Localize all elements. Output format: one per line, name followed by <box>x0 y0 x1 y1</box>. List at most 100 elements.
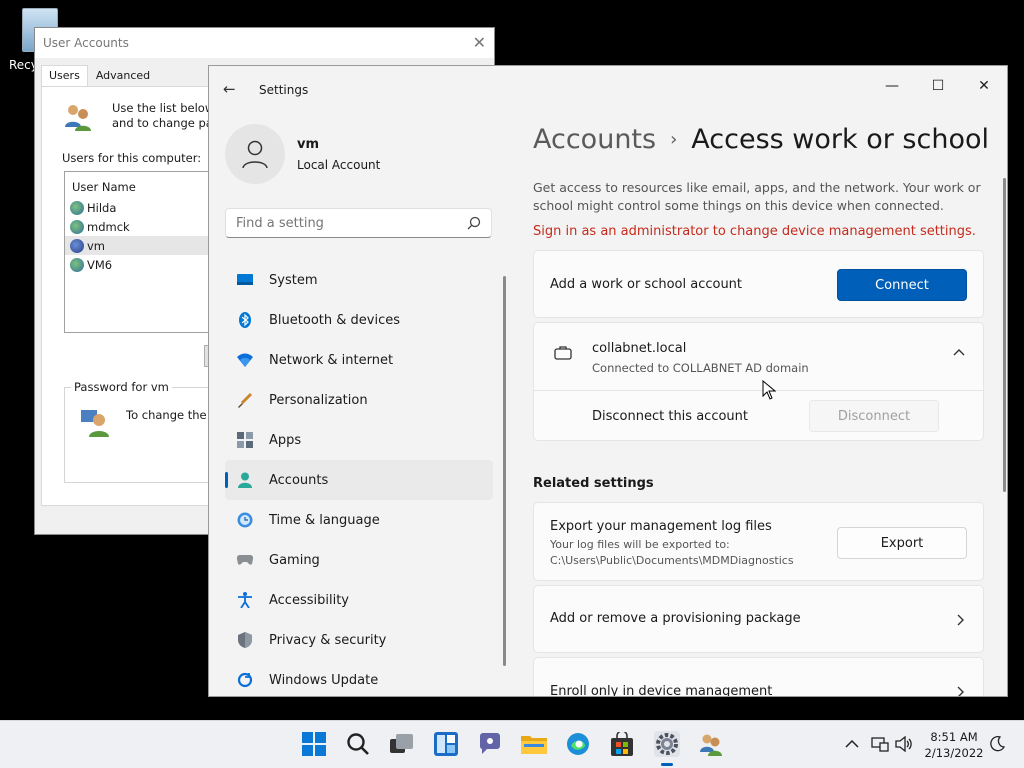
settings-nav: System Bluetooth & devices Network & int… <box>225 260 493 696</box>
accessibility-icon <box>237 592 253 608</box>
app-title: Settings <box>259 83 309 97</box>
user-name: vm <box>87 238 106 253</box>
user-accounts-title: User Accounts <box>43 36 129 50</box>
close-icon[interactable]: ✕ <box>473 33 486 52</box>
task-view-icon[interactable] <box>389 731 415 757</box>
profile[interactable]: vm Local Account <box>225 124 380 184</box>
nav-label: Gaming <box>269 552 320 568</box>
bluetooth-icon <box>237 312 253 328</box>
active-app-indicator <box>661 763 673 766</box>
breadcrumb-parent[interactable]: Accounts <box>533 124 656 155</box>
password-group: Password for vm To change the pa <box>64 380 226 483</box>
search-icon[interactable] <box>345 731 371 757</box>
disconnect-button[interactable]: Disconnect <box>809 400 939 432</box>
chevron-up-icon[interactable] <box>843 735 861 753</box>
tab-advanced[interactable]: Advanced <box>88 65 158 86</box>
nav-item-system[interactable]: System <box>225 260 493 300</box>
nav-item-gaming[interactable]: Gaming <box>225 540 493 580</box>
briefcase-icon <box>554 346 572 360</box>
settings-gear-icon[interactable] <box>654 731 680 757</box>
store-icon[interactable] <box>609 731 635 757</box>
list-item[interactable]: Hilda <box>65 198 223 217</box>
nav-item-time-language[interactable]: Time & language <box>225 500 493 540</box>
users-list[interactable]: User Name Hilda mdmck vm VM6 <box>64 171 224 333</box>
back-arrow-icon[interactable]: ← <box>223 80 236 98</box>
enroll-device-card[interactable]: Enroll only in device management <box>533 657 984 696</box>
clock-icon <box>237 512 253 528</box>
volume-icon[interactable] <box>895 735 913 753</box>
account-subtitle: Connected to COLLABNET AD domain <box>592 361 809 375</box>
admin-warning: Sign in as an administrator to change de… <box>533 224 976 239</box>
network-status-icon[interactable] <box>871 735 889 753</box>
nav-scrollbar[interactable] <box>503 276 506 666</box>
user-password-icon <box>81 410 109 437</box>
search-input[interactable] <box>226 209 456 237</box>
nav-label: Privacy & security <box>269 632 387 648</box>
nav-label: Time & language <box>269 512 380 528</box>
focus-moon-icon[interactable] <box>988 735 1006 753</box>
user-name: VM6 <box>87 257 113 272</box>
list-item[interactable]: VM6 <box>65 255 223 274</box>
person-icon <box>242 140 268 169</box>
gamepad-icon <box>237 552 253 568</box>
nav-item-accounts[interactable]: Accounts <box>225 460 493 500</box>
user-name: Hilda <box>87 200 117 215</box>
avatar <box>225 124 285 184</box>
file-explorer-icon[interactable] <box>521 731 547 757</box>
export-button[interactable]: Export <box>837 527 967 559</box>
clock-time: 8:51 AM <box>930 730 978 744</box>
provisioning-label: Add or remove a provisioning package <box>550 611 801 626</box>
apps-icon <box>237 432 253 448</box>
list-item[interactable]: mdmck <box>65 217 223 236</box>
search-icon[interactable] <box>467 216 481 230</box>
provisioning-package-card[interactable]: Add or remove a provisioning package <box>533 585 984 653</box>
nav-item-privacy-security[interactable]: Privacy & security <box>225 620 493 660</box>
settings-window: ← Settings — ☐ ✕ vm Local Account System <box>208 65 1008 697</box>
add-account-label: Add a work or school account <box>550 277 743 292</box>
user-icon <box>70 257 84 272</box>
nav-label: Bluetooth & devices <box>269 312 400 328</box>
chevron-up-icon[interactable] <box>953 347 965 359</box>
nav-item-apps[interactable]: Apps <box>225 420 493 460</box>
user-accounts-app-icon[interactable] <box>698 731 724 757</box>
breadcrumb: Accounts › Access work or school <box>533 124 989 155</box>
account-name: collabnet.local <box>592 341 687 356</box>
page-description: Get access to resources like email, apps… <box>533 180 981 213</box>
clock[interactable]: 8:51 AM 2/13/2022 <box>922 729 986 761</box>
column-header-user-name[interactable]: User Name <box>65 172 223 198</box>
nav-item-personalization[interactable]: Personalization <box>225 380 493 420</box>
export-title: Export your management log files <box>550 519 772 534</box>
nav-label: Windows Update <box>269 672 379 688</box>
main-scrollbar[interactable] <box>1003 178 1006 492</box>
nav-label: Personalization <box>269 392 368 408</box>
profile-info: vm Local Account <box>297 137 380 172</box>
export-logs-card: Export your management log files Your lo… <box>533 502 984 581</box>
password-group-label: Password for vm <box>71 380 172 394</box>
connect-button[interactable]: Connect <box>837 269 967 301</box>
export-subtitle: Your log files will be exported to: C:\U… <box>550 538 794 567</box>
start-icon[interactable] <box>301 731 327 757</box>
divider <box>534 390 983 391</box>
list-item[interactable]: vm <box>65 236 223 255</box>
update-icon <box>237 672 253 688</box>
nav-item-accessibility[interactable]: Accessibility <box>225 580 493 620</box>
nav-item-bluetooth[interactable]: Bluetooth & devices <box>225 300 493 340</box>
chat-icon[interactable] <box>477 731 503 757</box>
tab-users[interactable]: Users <box>41 65 88 86</box>
nav-label: Accessibility <box>269 592 349 608</box>
widgets-icon[interactable] <box>433 731 459 757</box>
nav-label: Apps <box>269 432 302 448</box>
profile-name: vm <box>297 136 320 152</box>
nav-label: Accounts <box>269 472 329 488</box>
connected-account-card: collabnet.local Connected to COLLABNET A… <box>533 322 984 441</box>
page-title: Access work or school <box>691 124 989 155</box>
nav-item-windows-update[interactable]: Windows Update <box>225 660 493 696</box>
user-icon <box>70 219 84 234</box>
edge-icon[interactable] <box>565 731 591 757</box>
system-icon <box>237 272 253 288</box>
accounts-icon <box>237 472 253 488</box>
users-list-label: Users for this computer: <box>62 151 202 165</box>
search-box[interactable] <box>225 208 492 238</box>
nav-item-network[interactable]: Network & internet <box>225 340 493 380</box>
user-icon <box>70 238 84 253</box>
